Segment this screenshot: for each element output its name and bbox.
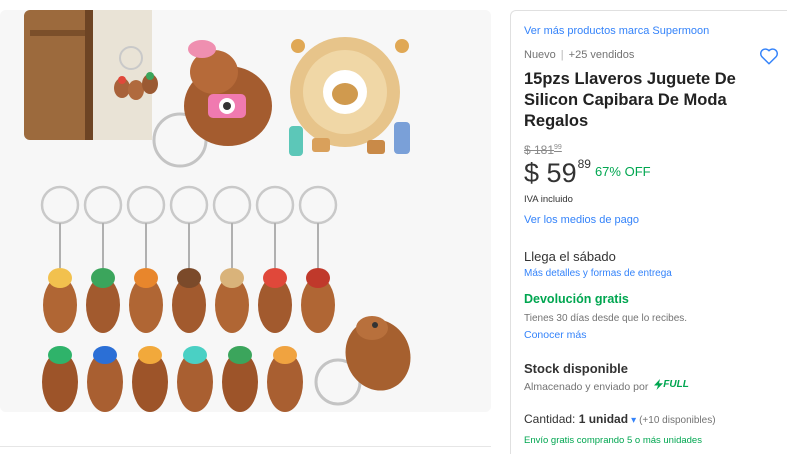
stock-description-text: Almacenado y enviado por: [524, 381, 649, 393]
product-condition: Nuevo | +25 vendidos: [524, 49, 634, 61]
original-price-whole: $ 181: [524, 143, 555, 157]
price-whole: 59: [546, 158, 577, 188]
quantity-value: 1 unidad: [578, 412, 629, 426]
full-badge: FULL: [654, 379, 689, 390]
chevron-down-icon: ▾: [631, 415, 637, 426]
stock-description: Almacenado y enviado por FULL: [524, 379, 689, 393]
original-price: $ 18199: [524, 143, 562, 157]
full-badge-label: FULL: [663, 379, 689, 390]
separator: |: [560, 49, 564, 61]
stock-title: Stock disponible: [524, 361, 629, 376]
lightning-icon: [654, 379, 664, 390]
price-currency: $: [524, 158, 540, 188]
current-price: $ 5989 67% OFF: [524, 157, 651, 189]
free-return-title: Devolución gratis: [524, 292, 629, 306]
discount-badge: 67% OFF: [594, 164, 651, 179]
handbag-illustration: [24, 10, 152, 140]
quantity-selector[interactable]: Cantidad: 1 unidad ▾ (+10 disponibles): [524, 412, 716, 426]
sold-count: +25 vendidos: [568, 49, 635, 61]
brand-link[interactable]: Ver más productos marca Supermoon: [524, 25, 709, 37]
condition-label: Nuevo: [524, 49, 556, 61]
section-divider: [0, 446, 491, 447]
delivery-eta: Llega el sábado: [524, 249, 616, 264]
product-image-gallery[interactable]: [0, 10, 491, 412]
free-return-description: Tienes 30 días desde que lo recibes.: [524, 313, 688, 324]
price-cents: 89: [577, 157, 591, 171]
delivery-details-link[interactable]: Más detalles y formas de entrega: [524, 268, 672, 279]
quantity-label: Cantidad:: [524, 412, 576, 426]
quantity-available: (+10 disponibles): [639, 415, 716, 426]
payment-methods-link[interactable]: Ver los medios de pago: [524, 214, 639, 226]
shipping-promo: Envío gratis comprando 5 o más unidades: [524, 435, 702, 446]
original-price-cents: 99: [554, 144, 562, 151]
product-image: [0, 10, 491, 412]
product-title: 15pzs Llaveros Juguete De Silicon Capiba…: [524, 70, 736, 130]
tax-note: IVA incluido: [524, 194, 573, 205]
heart-icon[interactable]: [759, 47, 779, 65]
buy-box: Ver más productos marca Supermoon Nuevo |…: [510, 10, 787, 454]
learn-more-link[interactable]: Conocer más: [524, 329, 586, 341]
